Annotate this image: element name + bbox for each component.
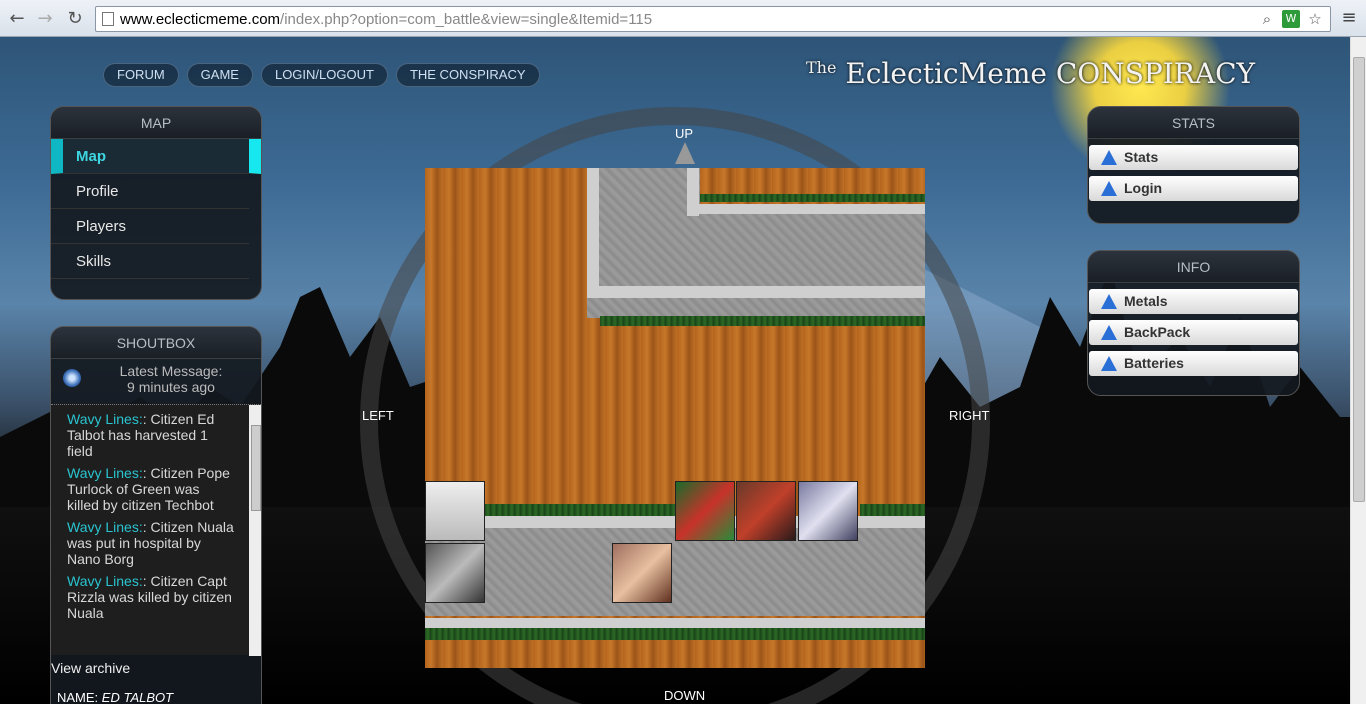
shoutbox-messages[interactable]: Wavy Lines:: Citizen Ed Talbot has harve… (51, 404, 261, 656)
back-icon[interactable]: ← (6, 8, 28, 30)
menu-item-players[interactable]: Players (51, 209, 249, 244)
triangle-icon (1101, 181, 1117, 196)
zoom-icon[interactable]: ⌕ (1258, 10, 1276, 28)
menu-icon[interactable]: ≡ (1340, 9, 1358, 27)
batteries-button[interactable]: Batteries (1089, 351, 1298, 376)
map-panel: MAP Map Profile Players Skills (50, 106, 262, 300)
map-panel-title: MAP (51, 107, 261, 139)
building-tile[interactable] (425, 481, 485, 541)
forward-icon[interactable]: → (34, 8, 56, 30)
nav-forum[interactable]: FORUM (103, 63, 179, 87)
page: FORUM GAME LOGIN/LOGOUT THE CONSPIRACY T… (0, 37, 1350, 704)
triangle-icon (1101, 294, 1117, 309)
triangle-icon (1101, 325, 1117, 340)
building-tile[interactable] (675, 481, 735, 541)
player-tile[interactable] (612, 543, 672, 603)
hedge (485, 504, 675, 516)
avatar-icon (63, 369, 81, 387)
curb (699, 204, 925, 214)
shout-message: Wavy Lines:: Citizen Capt Rizzla was kil… (67, 573, 232, 621)
page-scrollbar[interactable] (1350, 37, 1366, 704)
latest-time: 9 minutes ago (127, 379, 215, 395)
top-navigation: FORUM GAME LOGIN/LOGOUT THE CONSPIRACY (103, 63, 540, 87)
view-archive-link[interactable]: View archive (51, 660, 130, 676)
shoutbox-title: SHOUTBOX (51, 327, 261, 359)
triangle-icon (1101, 150, 1117, 165)
backpack-button[interactable]: BackPack (1089, 320, 1298, 345)
move-down-button[interactable]: DOWN (664, 688, 705, 703)
menu-item-skills[interactable]: Skills (51, 244, 249, 279)
nav-game[interactable]: GAME (186, 63, 253, 87)
info-panel-title: INFO (1088, 251, 1299, 283)
hedge (425, 628, 925, 640)
star-icon[interactable]: ☆ (1306, 10, 1324, 28)
building-tile[interactable] (736, 481, 796, 541)
latest-label: Latest Message: (119, 363, 223, 379)
curb (687, 168, 699, 216)
game-map-board[interactable] (425, 168, 925, 668)
reload-icon[interactable]: ↻ (64, 8, 86, 30)
page-icon (102, 12, 114, 26)
stats-panel: STATS Stats Login (1087, 106, 1300, 224)
shoutbox-scrollbar[interactable] (249, 405, 261, 656)
shout-message: Wavy Lines:: Citizen Ed Talbot has harve… (67, 411, 215, 459)
login-button[interactable]: Login (1089, 176, 1298, 201)
shoutbox-panel: SHOUTBOX Latest Message: 9 minutes ago W… (50, 326, 262, 704)
stats-panel-title: STATS (1088, 107, 1299, 139)
extension-icon[interactable]: W (1282, 10, 1300, 28)
nav-the-conspiracy[interactable]: THE CONSPIRACY (395, 63, 540, 87)
curb (599, 286, 925, 298)
stats-button[interactable]: Stats (1089, 145, 1298, 170)
site-logo[interactable]: The EclecticMeme CONSPIRACY (806, 57, 1255, 90)
info-panel: INFO Metals BackPack Batteries (1087, 250, 1300, 396)
dirt-strip (700, 168, 925, 208)
triangle-icon (1101, 356, 1117, 371)
curb (587, 168, 599, 298)
menu-item-profile[interactable]: Profile (51, 174, 249, 209)
player-tile[interactable] (425, 543, 485, 603)
address-bar[interactable]: www.eclecticmeme.com/index.php?option=co… (95, 6, 1331, 32)
shout-message: Wavy Lines:: Citizen Pope Turlock of Gre… (67, 465, 230, 513)
up-arrow-icon[interactable] (675, 142, 695, 164)
building-tile[interactable] (798, 481, 858, 541)
hedge (600, 316, 925, 326)
metals-button[interactable]: Metals (1089, 289, 1298, 314)
hedge (860, 504, 925, 516)
move-up-button[interactable]: UP (675, 126, 693, 141)
move-left-button[interactable]: LEFT (362, 408, 394, 423)
url-text[interactable]: www.eclecticmeme.com/index.php?option=co… (120, 11, 652, 28)
menu-item-map[interactable]: Map (51, 139, 261, 174)
shout-message: Wavy Lines:: Citizen Nuala was put in ho… (67, 519, 234, 567)
curb (425, 618, 925, 628)
hedge (700, 194, 925, 202)
browser-toolbar: ← → ↻ www.eclecticmeme.com/index.php?opt… (0, 0, 1366, 37)
player-name: NAME: ED TALBOT (57, 690, 174, 704)
move-right-button[interactable]: RIGHT (949, 408, 989, 423)
nav-login-logout[interactable]: LOGIN/LOGOUT (260, 63, 388, 87)
latest-message: Latest Message: 9 minutes ago (51, 359, 261, 403)
